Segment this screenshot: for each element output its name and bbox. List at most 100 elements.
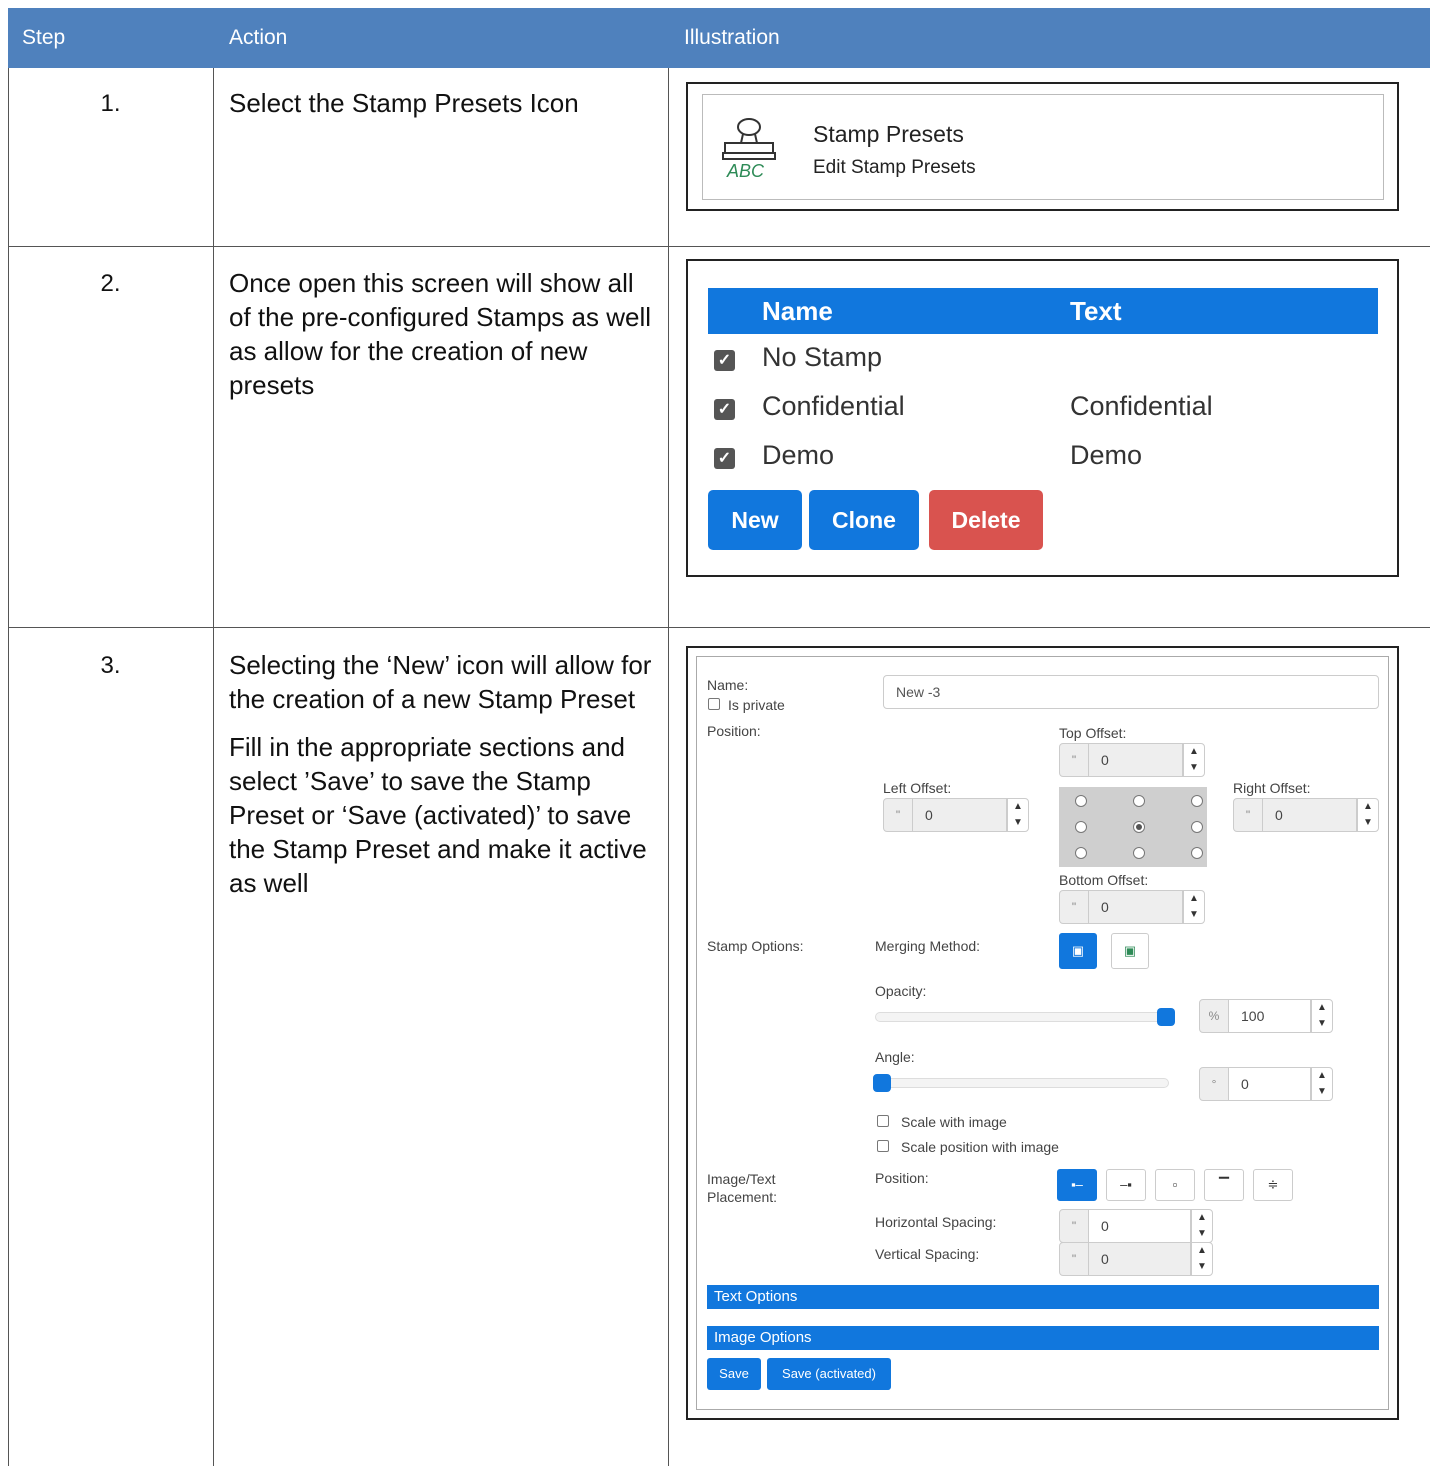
placement-label: Image/Text Placement:	[707, 1171, 778, 1205]
step-number-3: 3.	[100, 652, 121, 679]
horizontal-spacing-label: Horizontal Spacing:	[875, 1214, 997, 1230]
angle-stepper[interactable]: ° 0 ▲ ▼	[1199, 1067, 1333, 1101]
column-name: Name	[762, 296, 833, 326]
anchor-radio[interactable]	[1191, 821, 1203, 833]
action-text-1: Select the Stamp Presets Icon	[229, 88, 579, 118]
stamp-checkbox[interactable]: ✓	[714, 448, 735, 469]
header-step: Step	[8, 8, 213, 68]
is-private-checkbox[interactable]	[708, 698, 720, 710]
stamp-name: Demo	[762, 440, 835, 470]
stamp-row[interactable]: ✓ No Stamp	[708, 340, 1378, 380]
placement-image-right-button[interactable]: –▪	[1106, 1169, 1146, 1201]
action-text-2: Once open this screen will show all of t…	[229, 268, 651, 400]
right-offset-label: Right Offset:	[1233, 780, 1311, 796]
stamp-text: Confidential	[1070, 391, 1213, 421]
angle-slider-thumb[interactable]	[873, 1074, 891, 1092]
left-offset-stepper[interactable]: " 0 ▲ ▼	[883, 798, 1029, 832]
spin-arrows-icon[interactable]: ▲ ▼	[1191, 1209, 1213, 1243]
spin-arrows-icon[interactable]: ▲ ▼	[1311, 1067, 1333, 1101]
anchor-radio[interactable]	[1075, 821, 1087, 833]
col-divider-1	[213, 68, 214, 1466]
scale-with-image-checkbox[interactable]	[877, 1115, 889, 1127]
stamp-name: Confidential	[762, 391, 905, 421]
anchor-radio[interactable]	[1133, 795, 1145, 807]
stamp-checkbox[interactable]: ✓	[714, 399, 735, 420]
opacity-label: Opacity:	[875, 983, 927, 999]
name-label: Name:	[707, 677, 749, 693]
name-input[interactable]: New -3	[883, 675, 1379, 709]
opacity-slider[interactable]	[875, 1012, 1175, 1022]
stamp-checkbox[interactable]: ✓	[714, 350, 735, 371]
save-button[interactable]: Save	[707, 1358, 761, 1390]
menu-item-subtitle: Edit Stamp Presets	[813, 157, 976, 178]
step-number-1: 1.	[100, 90, 121, 117]
scale-with-image-label: Scale with image	[901, 1114, 1007, 1130]
opacity-slider-thumb[interactable]	[1157, 1008, 1175, 1026]
bottom-offset-stepper[interactable]: " 0 ▲ ▼	[1059, 890, 1205, 924]
header-action: Action	[213, 8, 668, 68]
stamp-row[interactable]: ✓ Confidential Confidential	[708, 389, 1378, 429]
spin-arrows-icon[interactable]: ▲ ▼	[1311, 999, 1333, 1033]
row-divider-2	[8, 627, 1430, 628]
anchor-radio[interactable]	[1075, 795, 1087, 807]
row-divider-1	[8, 246, 1430, 247]
vertical-spacing-label: Vertical Spacing:	[875, 1246, 980, 1262]
placement-image-bottom-button[interactable]: ▔	[1204, 1169, 1244, 1201]
merge-underlay-button[interactable]: ▣	[1111, 933, 1149, 969]
vertical-spacing-stepper[interactable]: " 0 ▲ ▼	[1059, 1242, 1213, 1276]
spin-arrows-icon[interactable]: ▲ ▼	[1007, 798, 1029, 832]
menu-item-title: Stamp Presets	[813, 121, 964, 147]
delete-button[interactable]: Delete	[929, 490, 1043, 550]
spin-arrows-icon[interactable]: ▲ ▼	[1357, 798, 1379, 832]
horizontal-spacing-stepper[interactable]: " 0 ▲ ▼	[1059, 1209, 1213, 1243]
spin-arrows-icon[interactable]: ▲ ▼	[1183, 743, 1205, 777]
col-divider-2	[668, 68, 669, 1466]
placement-position-label: Position:	[875, 1170, 929, 1186]
stamp-preset-form: Name: New -3 Is private Position: Top Of…	[696, 656, 1389, 1410]
stamp-text: Demo	[1070, 440, 1143, 470]
spin-arrows-icon[interactable]: ▲ ▼	[1183, 890, 1205, 924]
illustration-new-stamp-form: Name: New -3 Is private Position: Top Of…	[686, 646, 1399, 1420]
merging-method-label: Merging Method:	[875, 938, 981, 954]
right-offset-stepper[interactable]: " 0 ▲ ▼	[1233, 798, 1379, 832]
anchor-radio[interactable]	[1075, 847, 1087, 859]
save-activated-button[interactable]: Save (activated)	[767, 1358, 891, 1390]
top-offset-stepper[interactable]: " 0 ▲ ▼	[1059, 743, 1205, 777]
position-label: Position:	[707, 723, 761, 739]
stamp-abc-icon: ABC	[722, 118, 776, 179]
placement-image-left-button[interactable]: ▪–	[1057, 1169, 1097, 1201]
svg-text:ABC: ABC	[726, 161, 765, 179]
left-offset-label: Left Offset:	[883, 780, 952, 796]
stamp-list-header: Name Text	[708, 288, 1378, 334]
stamp-presets-menu-item[interactable]: ABC Stamp Presets Edit Stamp Presets	[702, 94, 1384, 200]
stamp-row[interactable]: ✓ Demo Demo	[708, 438, 1378, 478]
placement-image-top-button[interactable]: ▫	[1155, 1169, 1195, 1201]
placement-image-center-button[interactable]: ≑	[1253, 1169, 1293, 1201]
top-border	[8, 8, 1430, 9]
action-text-3: Selecting the ‘New’ icon will allow for …	[229, 650, 652, 898]
clone-button[interactable]: Clone	[809, 490, 919, 550]
opacity-stepper[interactable]: % 100 ▲ ▼	[1199, 999, 1333, 1033]
angle-label: Angle:	[875, 1049, 915, 1065]
illustration-stamp-list: Name Text ✓ No Stamp ✓ Confidential Conf…	[686, 259, 1399, 577]
anchor-radio[interactable]	[1191, 795, 1203, 807]
stamp-name: No Stamp	[762, 342, 883, 372]
text-options-header[interactable]: Text Options	[707, 1285, 1379, 1309]
step-number-2: 2.	[100, 270, 121, 297]
anchor-radio-selected[interactable]	[1133, 821, 1145, 833]
angle-slider[interactable]	[873, 1078, 1169, 1088]
spin-arrows-icon[interactable]: ▲ ▼	[1191, 1242, 1213, 1276]
scale-position-label: Scale position with image	[901, 1139, 1059, 1155]
scale-position-checkbox[interactable]	[877, 1140, 889, 1152]
illustration-stamp-presets-menu: ABC Stamp Presets Edit Stamp Presets	[686, 82, 1399, 211]
stamp-options-label: Stamp Options:	[707, 938, 804, 954]
anchor-radio[interactable]	[1191, 847, 1203, 859]
image-options-header[interactable]: Image Options	[707, 1326, 1379, 1350]
anchor-radio[interactable]	[1133, 847, 1145, 859]
new-button[interactable]: New	[708, 490, 802, 550]
anchor-radio-grid	[1059, 787, 1207, 867]
merge-overlay-button[interactable]: ▣	[1059, 933, 1097, 969]
header-illustration: Illustration	[668, 8, 1430, 68]
is-private-label: Is private	[728, 697, 785, 713]
column-text: Text	[1070, 296, 1122, 326]
